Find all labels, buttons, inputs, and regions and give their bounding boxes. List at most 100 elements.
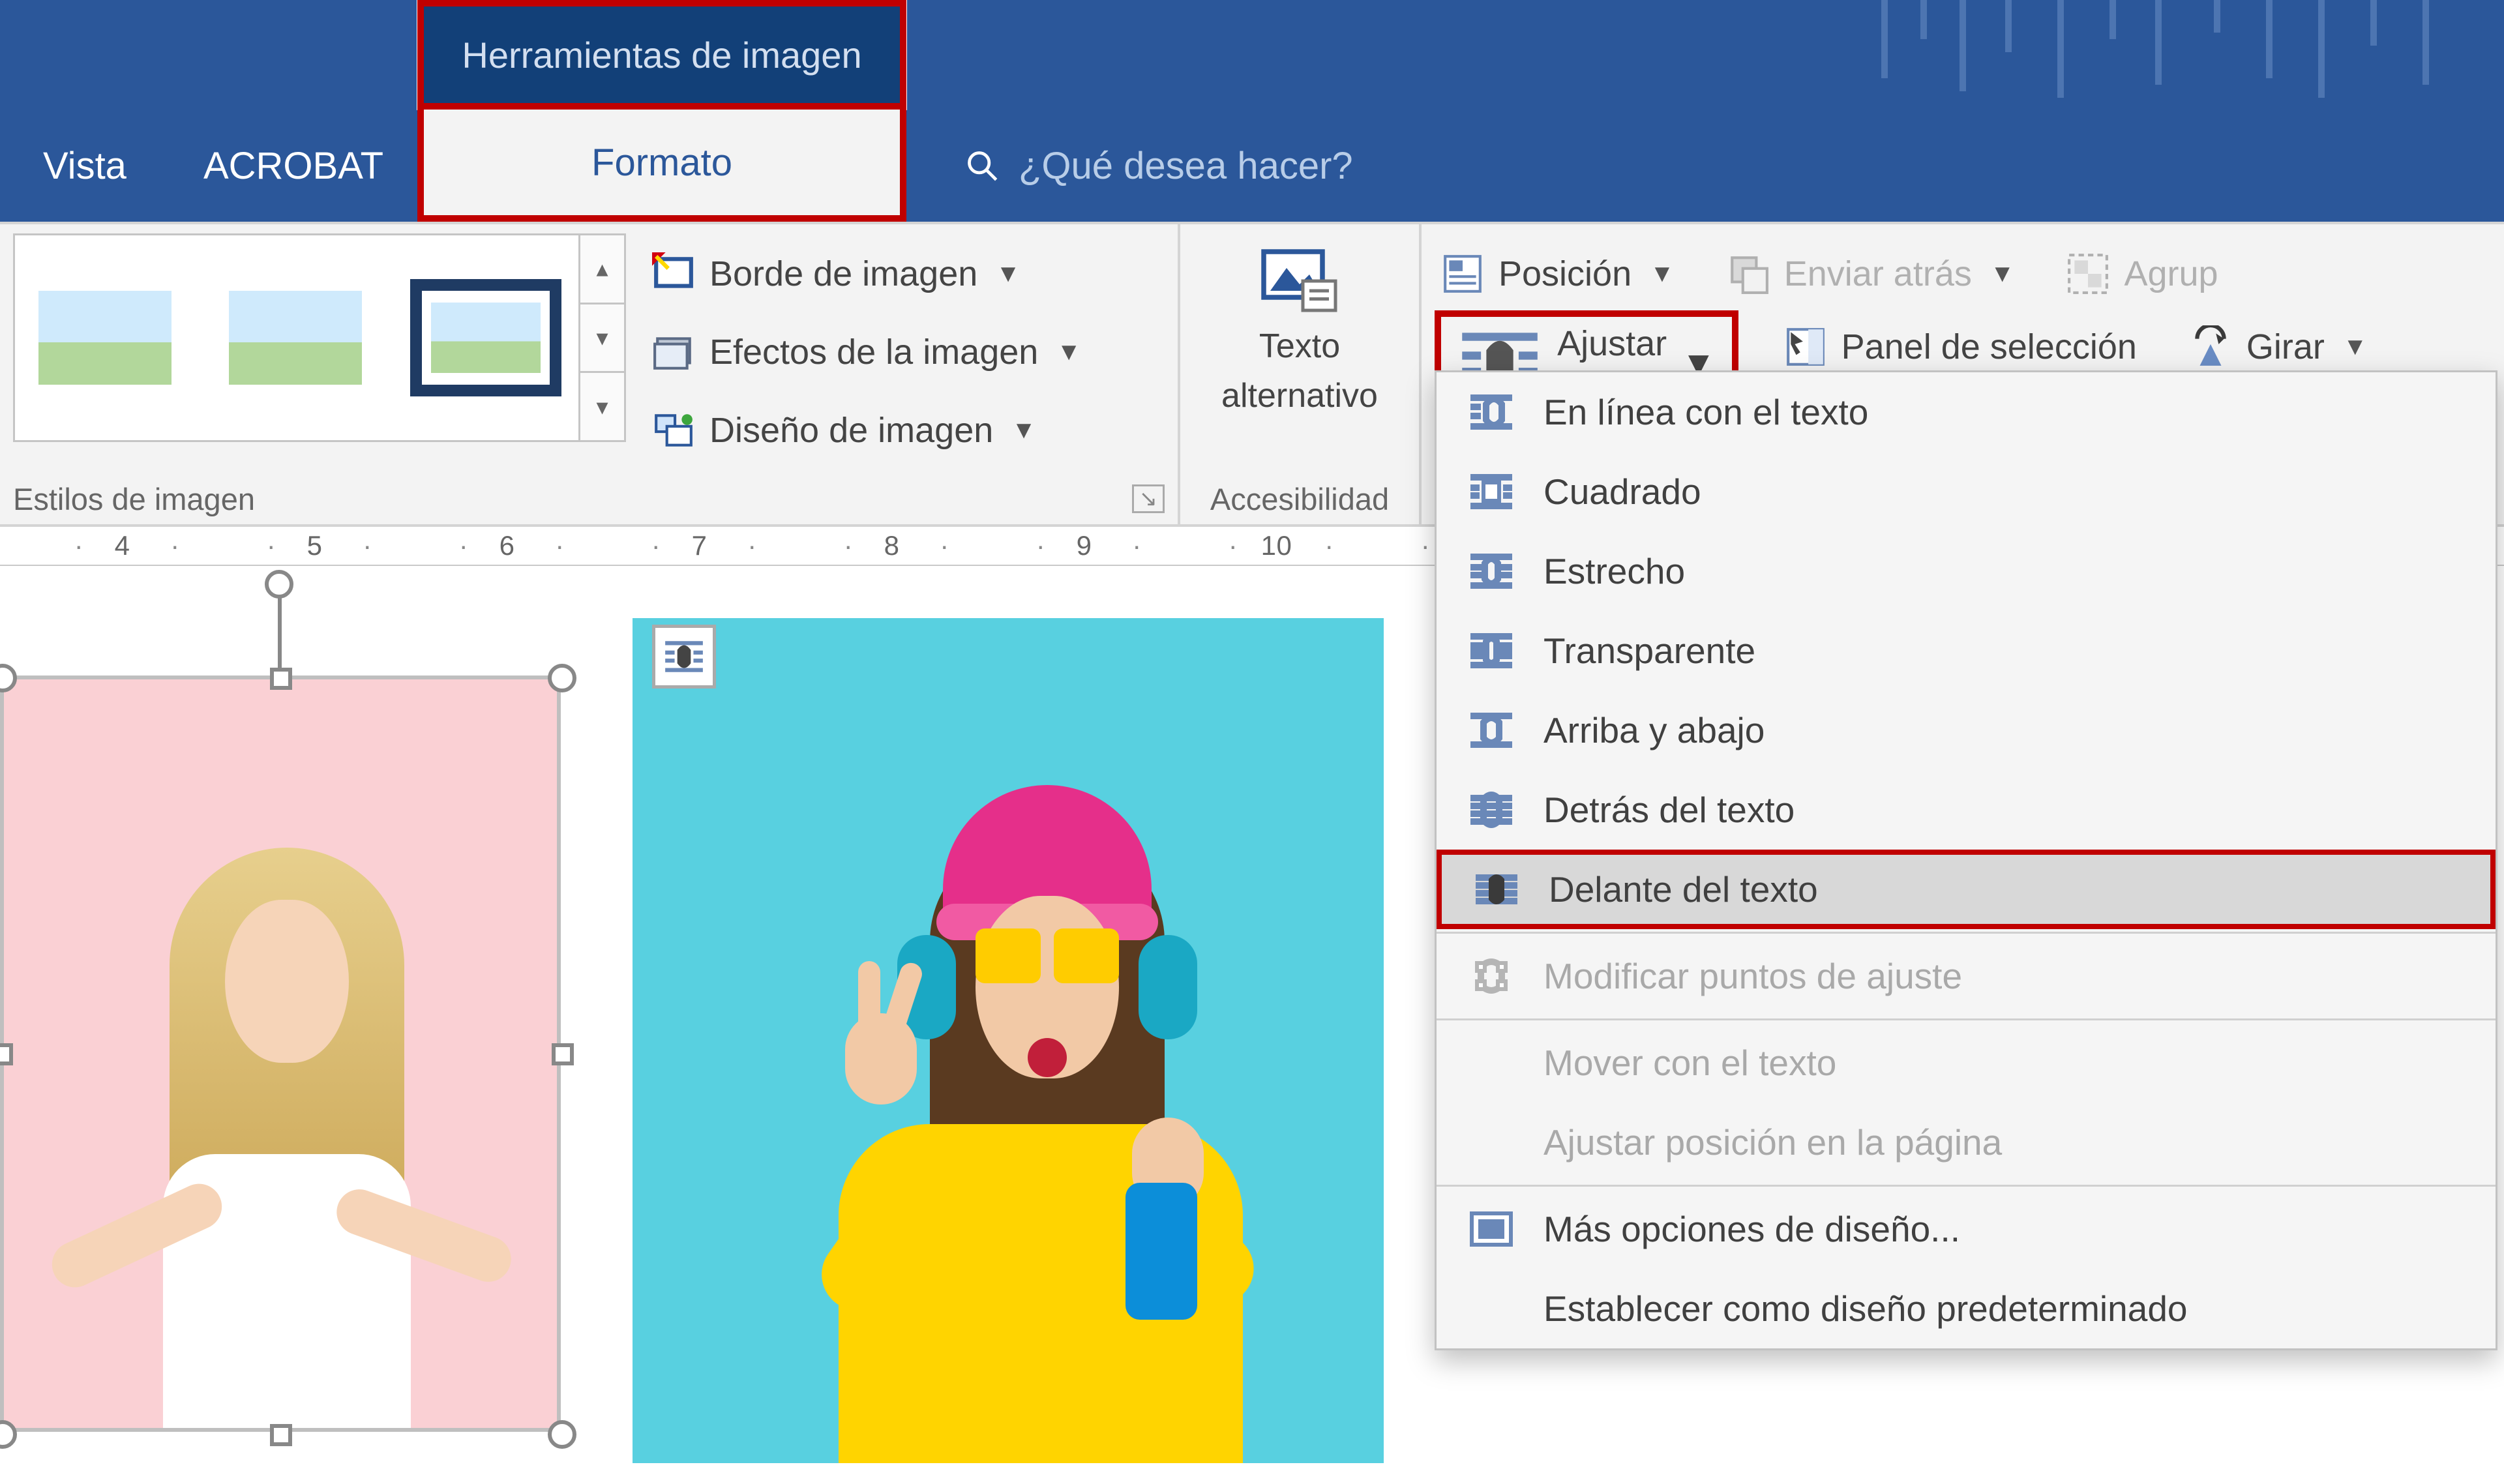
picture-styles-gallery[interactable]: ▴ ▾ ▾ (13, 233, 626, 442)
picture-layout-button[interactable]: Diseño de imagen ▼ (646, 394, 1088, 467)
group-accessibility: Texto alternativo Accesibilidad (1180, 224, 1422, 524)
menu-item-edit-wrap-points: Modificar puntos de ajuste (1437, 936, 2496, 1016)
menu-item-move-with-text: Mover con el texto (1437, 1023, 2496, 1103)
tab-formato[interactable]: Formato (417, 110, 906, 222)
tab-acrobat[interactable]: ACROBAT (170, 110, 417, 222)
ruler-tick: 5 (218, 530, 411, 561)
send-backward-button[interactable]: Enviar atrás ▼ (1720, 237, 2021, 310)
group-accessibility-label: Accesibilidad (1210, 481, 1389, 517)
alt-text-icon (1260, 245, 1339, 317)
alt-text-label-1: Texto (1259, 327, 1340, 366)
search-icon (965, 149, 999, 183)
menu-item-label: Estrecho (1543, 550, 1685, 592)
picture-effects-icon (652, 331, 695, 374)
menu-item-set-default-layout[interactable]: Establecer como diseño predeterminado (1437, 1269, 2496, 1348)
gallery-spinner: ▴ ▾ ▾ (578, 235, 624, 440)
gallery-scroll-down[interactable]: ▾ (580, 304, 624, 374)
chevron-down-icon: ▼ (1011, 417, 1036, 445)
menu-item-top-bottom[interactable]: Arriba y abajo (1437, 690, 2496, 770)
menu-item-fix-position: Ajustar posición en la página (1437, 1103, 2496, 1182)
layout-options-badge[interactable] (652, 625, 716, 689)
ruler-tick: 6 (411, 530, 603, 561)
square-wrap-icon (1468, 471, 1515, 512)
menu-item-square[interactable]: Cuadrado (1437, 452, 2496, 531)
menu-item-label: Detrás del texto (1543, 789, 1795, 831)
rotate-icon (2189, 325, 2232, 368)
menu-item-label: Delante del texto (1549, 868, 1818, 910)
resize-handle-t[interactable] (270, 668, 292, 690)
tell-me-search[interactable]: ¿Qué desea hacer? (906, 110, 1353, 222)
rotation-stick (278, 592, 282, 677)
behind-text-icon (1468, 790, 1515, 830)
menu-item-in-front[interactable]: Delante del texto (1437, 850, 2496, 929)
send-backward-label: Enviar atrás (1784, 254, 1972, 294)
wrap-text-icon (663, 638, 706, 675)
image-2-content (773, 713, 1295, 1463)
title-decoration (1852, 0, 2504, 98)
ruler-tick: 9 (988, 530, 1180, 561)
ruler-tick: 4 (26, 530, 218, 561)
alt-text-button[interactable]: Texto alternativo (1203, 233, 1396, 416)
picture-layout-icon (652, 409, 695, 452)
menu-item-label: Modificar puntos de ajuste (1543, 955, 1962, 997)
chevron-down-icon: ▼ (1650, 260, 1675, 288)
tab-vista[interactable]: Vista (0, 110, 170, 222)
menu-item-label: Más opciones de diseño... (1543, 1208, 1960, 1250)
more-options-icon (1468, 1209, 1515, 1249)
tell-me-placeholder: ¿Qué desea hacer? (1019, 144, 1353, 188)
selection-pane-label: Panel de selección (1841, 327, 2137, 367)
context-tab-picture-tools[interactable]: Herramientas de imagen (417, 0, 906, 110)
picture-style-thumb-2[interactable] (220, 279, 371, 396)
resize-handle-br[interactable] (548, 1420, 576, 1449)
gallery-scroll-up[interactable]: ▴ (580, 235, 624, 304)
chevron-down-icon: ▼ (2343, 333, 2368, 361)
group-icon (2066, 252, 2109, 295)
picture-style-thumb-1[interactable] (29, 279, 181, 396)
position-icon (1441, 252, 1484, 295)
menu-item-label: Ajustar posición en la página (1543, 1121, 2002, 1163)
picture-border-label: Borde de imagen (709, 254, 977, 294)
menu-item-through[interactable]: Transparente (1437, 611, 2496, 690)
inserted-image-2[interactable] (633, 618, 1384, 1463)
ruler-tick: 8 (796, 530, 988, 561)
tight-wrap-icon (1468, 551, 1515, 591)
through-wrap-icon (1468, 631, 1515, 671)
gallery-more[interactable]: ▾ (580, 373, 624, 440)
group-label: Agrup (2124, 254, 2218, 294)
resize-handle-r[interactable] (552, 1043, 574, 1065)
selection-pane-icon (1784, 325, 1827, 368)
dialog-launcher-icon[interactable]: ↘ (1132, 484, 1165, 513)
menu-item-label: Arriba y abajo (1543, 709, 1765, 751)
inserted-image-1[interactable] (0, 675, 561, 1432)
picture-border-button[interactable]: Borde de imagen ▼ (646, 237, 1088, 310)
send-backward-icon (1727, 252, 1770, 295)
menu-separator (1437, 1185, 2496, 1187)
resize-handle-tr[interactable] (548, 664, 576, 692)
picture-border-icon (652, 252, 695, 295)
edit-wrap-points-icon (1468, 956, 1515, 996)
titlebar: Herramientas de imagen Vista ACROBAT For… (0, 0, 2504, 222)
chevron-down-icon: ▼ (996, 260, 1021, 288)
wrap-text-menu: En línea con el texto Cuadrado Estrecho … (1435, 370, 2497, 1350)
picture-effects-button[interactable]: Efectos de la imagen ▼ (646, 316, 1088, 389)
menu-item-label: Transparente (1543, 630, 1755, 672)
menu-item-inline[interactable]: En línea con el texto (1437, 372, 2496, 452)
menu-separator (1437, 1018, 2496, 1020)
ruler-tick: 7 (603, 530, 796, 561)
picture-style-thumb-3[interactable] (410, 279, 561, 396)
menu-item-label: Establecer como diseño predeterminado (1543, 1288, 2188, 1329)
group-picture-styles-label: Estilos de imagen (13, 481, 255, 517)
chevron-down-icon: ▼ (1056, 338, 1081, 366)
resize-handle-l[interactable] (0, 1043, 13, 1065)
group-objects-button[interactable]: Agrup (2060, 237, 2224, 310)
menu-item-more-layout-options[interactable]: Más opciones de diseño... (1437, 1189, 2496, 1269)
menu-item-label: En línea con el texto (1543, 391, 1868, 433)
resize-handle-b[interactable] (270, 1424, 292, 1446)
menu-separator (1437, 932, 2496, 934)
rotate-label: Girar (2246, 327, 2325, 367)
rotation-handle[interactable] (265, 570, 293, 599)
position-button[interactable]: Posición ▼ (1435, 237, 1681, 310)
menu-item-behind[interactable]: Detrás del texto (1437, 770, 2496, 850)
menu-item-tight[interactable]: Estrecho (1437, 531, 2496, 611)
group-picture-styles: ▴ ▾ ▾ Borde de imagen ▼ (0, 224, 1180, 524)
